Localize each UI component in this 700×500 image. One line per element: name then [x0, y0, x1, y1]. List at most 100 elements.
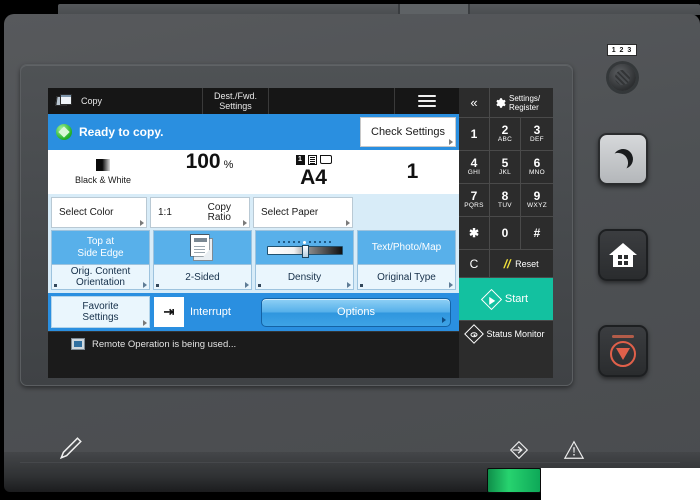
- interrupt-button[interactable]: ⇥ Interrupt: [154, 296, 257, 328]
- key-hash[interactable]: #: [521, 217, 553, 250]
- document-icon: [307, 154, 317, 165]
- clear-label: C: [469, 256, 479, 271]
- counter-label: 1 2 3: [611, 46, 633, 54]
- key-3-sub: DEF: [530, 136, 544, 143]
- start-label: Start: [504, 293, 529, 305]
- tile-two-sided-value: [154, 231, 251, 265]
- tile-density-label: Density: [256, 265, 353, 289]
- original-type-label: Original Type: [377, 271, 436, 283]
- key-1[interactable]: 1: [459, 118, 490, 151]
- chevron-right-icon: [346, 220, 350, 226]
- key-2[interactable]: 2 ABC: [490, 118, 521, 151]
- key-7[interactable]: 7 PQRS: [459, 184, 490, 217]
- key-0[interactable]: 0: [490, 217, 521, 250]
- status-dot-icon: [360, 284, 363, 287]
- tile-two-sided[interactable]: 2-Sided: [153, 230, 252, 290]
- favorite-line1: Favorite: [82, 301, 119, 312]
- status-dot-icon: [54, 284, 57, 287]
- settings-register-button[interactable]: Settings/ Register: [490, 88, 553, 117]
- key-2-num: 2: [501, 123, 509, 137]
- start-button[interactable]: Start: [459, 278, 553, 320]
- key-9-sub: WXYZ: [527, 202, 547, 209]
- app-bar: Copy Dest./Fwd. Settings: [48, 88, 459, 114]
- copy-ratio-value: 100: [185, 150, 221, 173]
- interrupt-glyph: ⇥: [163, 304, 175, 319]
- key-4-num: 4: [470, 156, 478, 170]
- tab-dest-fwd-settings[interactable]: Dest./Fwd. Settings: [203, 88, 269, 114]
- favorite-settings-button[interactable]: Favorite Settings: [51, 296, 150, 328]
- key-1-num: 1: [470, 127, 478, 141]
- tile-density[interactable]: Density: [255, 230, 354, 290]
- reset-label: Reset: [515, 258, 539, 269]
- action-row: Favorite Settings ⇥ Interrupt Options: [48, 293, 459, 331]
- counter-check-key[interactable]: [609, 64, 636, 91]
- favorite-line2: Settings: [82, 312, 119, 323]
- key-asterisk[interactable]: ✱: [459, 217, 490, 250]
- chevron-right-icon: [245, 282, 249, 288]
- color-mode-label: Black & White: [74, 175, 132, 185]
- usb-port-icon: [509, 440, 529, 460]
- tab-copy[interactable]: Copy: [48, 88, 203, 114]
- key-5-sub: JKL: [498, 169, 512, 176]
- two-sided-sheet-icon: [189, 233, 216, 262]
- settings-line2: Register: [509, 102, 539, 112]
- orientation-line2: Side Edge: [77, 247, 124, 259]
- key-2-sub: ABC: [497, 136, 513, 143]
- option-button-row: Select Color 1:1 Copy Ratio Select Paper: [48, 194, 459, 230]
- tile-orig-content-orientation[interactable]: Top at Side Edge Orig. Content Orientati…: [51, 230, 150, 290]
- copy-ratio-button[interactable]: 1:1 Copy Ratio: [150, 197, 250, 228]
- select-paper-button[interactable]: Select Paper: [253, 197, 353, 228]
- orientation-line1: Top at: [86, 235, 115, 247]
- key-8[interactable]: 8 TUV: [490, 184, 521, 217]
- check-settings-button[interactable]: Check Settings: [360, 117, 456, 147]
- chevron-right-icon: [143, 282, 147, 288]
- key-0-num: 0: [501, 226, 509, 240]
- copy-ratio-line2: Ratio: [207, 211, 231, 223]
- copy-stack-icon: [55, 93, 74, 109]
- hamburger-menu-icon: [417, 92, 436, 110]
- key-4[interactable]: 4 GHI: [459, 151, 490, 184]
- tab-empty: [269, 88, 395, 114]
- key-3[interactable]: 3 DEF: [521, 118, 553, 151]
- tile-original-type-value: Text/Photo/Map: [358, 231, 455, 265]
- home-icon: [609, 243, 637, 267]
- status-monitor-button[interactable]: Status Monitor: [459, 320, 553, 346]
- options-button[interactable]: Options: [261, 297, 451, 327]
- chevron-right-icon: [449, 139, 453, 145]
- chevron-right-icon: [442, 316, 446, 323]
- stop-key[interactable]: [598, 325, 648, 377]
- key-6[interactable]: 6 MNO: [521, 151, 553, 184]
- home-key[interactable]: [598, 229, 648, 281]
- moon-icon: [610, 146, 636, 172]
- summary-copy-ratio: 100 %: [158, 150, 261, 194]
- menu-button[interactable]: [395, 88, 458, 114]
- back-button[interactable]: «: [459, 88, 490, 117]
- tile-original-type-label: Original Type: [358, 265, 455, 289]
- key-9[interactable]: 9 WXYZ: [521, 184, 553, 217]
- settings-line1: Settings/: [509, 93, 541, 103]
- interrupt-icon: ⇥: [154, 297, 184, 327]
- chevron-right-icon: [243, 220, 247, 226]
- tab-copy-label: Copy: [81, 96, 103, 106]
- select-color-button[interactable]: Select Color: [51, 197, 147, 228]
- key-8-num: 8: [501, 189, 509, 203]
- touchscreen-display[interactable]: Copy Dest./Fwd. Settings Ready to copy. …: [48, 88, 553, 378]
- reset-button[interactable]: // Reset: [490, 250, 553, 277]
- tile-original-type[interactable]: Text/Photo/Map Original Type: [357, 230, 456, 290]
- black-white-gradient-icon: [96, 159, 110, 171]
- tile-density-value: [256, 231, 353, 265]
- paper-size-value: A4: [300, 166, 327, 189]
- status-dot-icon: [258, 284, 261, 287]
- summary-copies: 1: [366, 150, 459, 194]
- orientation-label2: Orientation: [76, 277, 125, 288]
- key-5[interactable]: 5 JKL: [490, 151, 521, 184]
- copies-value: 1: [406, 160, 419, 183]
- clear-button[interactable]: C: [459, 250, 490, 277]
- error-indicator-icon: [563, 440, 585, 459]
- summary-color-mode: Black & White: [48, 150, 158, 194]
- energy-saver-key[interactable]: [598, 133, 648, 185]
- options-label: Options: [337, 306, 375, 318]
- copy-summary-strip: Black & White 100 % 1 A4 1: [48, 150, 459, 194]
- reset-icon: //: [502, 256, 513, 271]
- key-7-num: 7: [470, 189, 478, 203]
